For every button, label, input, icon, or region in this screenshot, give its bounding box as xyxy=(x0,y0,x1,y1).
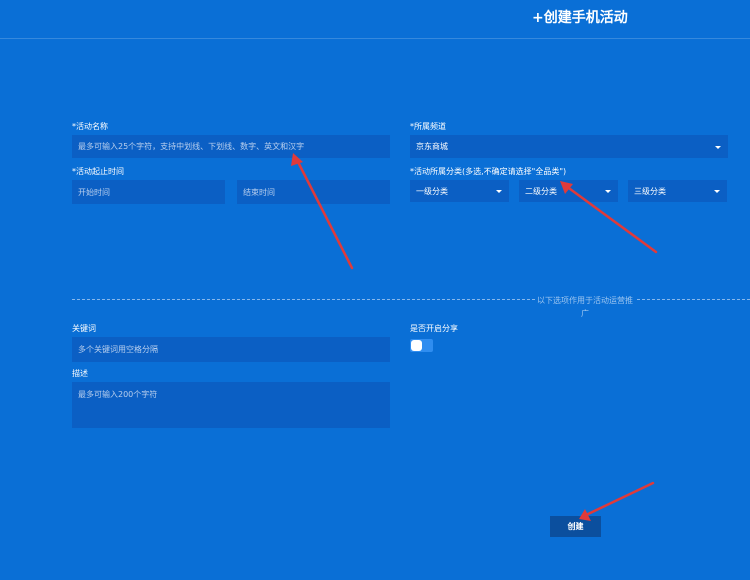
arrowhead-icon xyxy=(560,181,573,194)
arrow-to-name-input xyxy=(295,158,354,270)
arrowhead-icon xyxy=(579,509,591,521)
arrow-to-category xyxy=(564,184,658,254)
annotation-arrows xyxy=(291,153,658,521)
arrowhead-icon xyxy=(291,153,303,166)
arrow-to-create-button xyxy=(584,481,655,517)
